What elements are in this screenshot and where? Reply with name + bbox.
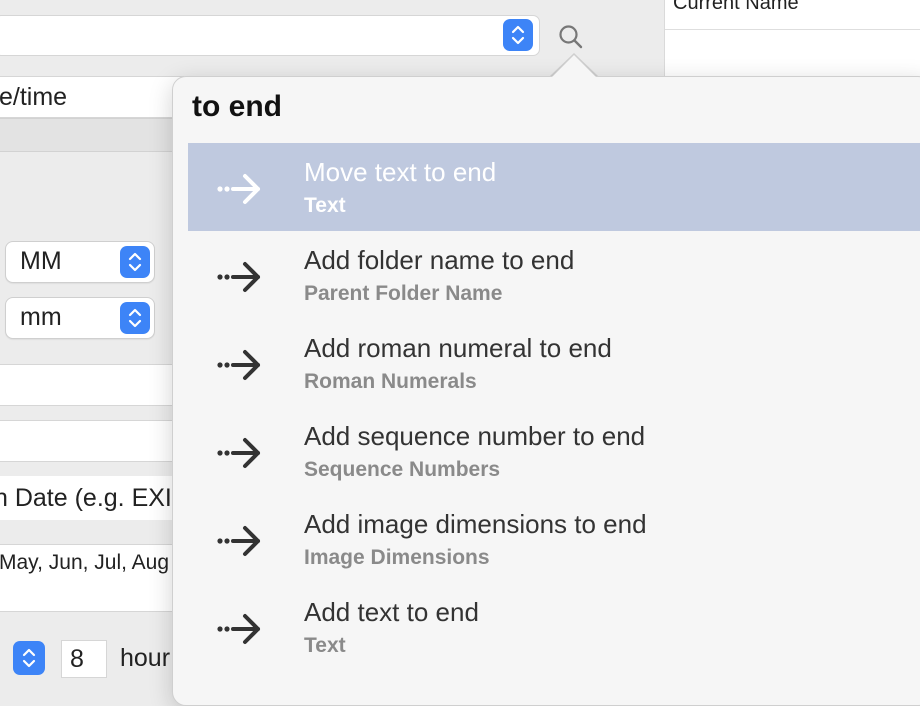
month-format-stepper[interactable] [120,246,150,278]
suggestion-item[interactable]: Add folder name to end Parent Folder Nam… [188,231,920,319]
suggestion-icon [216,611,264,652]
suggestion-icon [216,435,264,476]
suggestion-title: Add image dimensions to end [304,509,647,539]
date-source-field[interactable]: n Date (e.g. EXI [0,476,184,520]
dotted-arrow-right-icon [217,350,260,380]
suggestion-list: Move text to end Text Add folder name to… [188,143,920,671]
popover-pointer [552,55,596,77]
suggestion-item[interactable]: Add sequence number to end Sequence Numb… [188,407,920,495]
suggestion-item[interactable]: Add roman numeral to end Roman Numerals [188,319,920,407]
up-down-chevrons-icon [511,25,525,45]
suggestion-title: Move text to end [304,157,497,187]
section-divider [0,118,180,152]
suggestion-title: Add sequence number to end [304,421,646,451]
suggestion-subtitle: Image Dimensions [304,546,490,569]
suffix-field[interactable] [0,420,184,462]
name-format-field[interactable] [0,15,540,56]
minute-format-popup[interactable]: mm [5,297,155,339]
up-down-chevrons-icon [22,648,36,668]
dotted-arrow-right-icon [217,614,260,644]
search-query[interactable]: to end [192,90,282,124]
separator-field[interactable] [0,364,184,406]
minute-format-stepper[interactable] [120,302,150,334]
suggestion-icon [216,347,264,388]
format-stepper-button[interactable] [503,19,533,51]
suggestion-icon [216,259,264,300]
month-format-popup[interactable]: MM [5,241,155,283]
hours-label: hour [120,644,171,672]
search-button[interactable] [554,20,588,54]
suggestion-subtitle: Text [304,634,346,657]
suggestion-item[interactable]: Add text to end Text [188,583,920,671]
settings-panel: e/time MM mm n Date (e.g. EXI May, Jun, … [0,70,184,690]
suggestion-title: Add folder name to end [304,245,575,275]
suggestion-title: Add text to end [304,597,479,627]
suggestion-subtitle: Text [304,194,346,217]
up-down-chevrons-icon [128,252,142,272]
column-header-current-name[interactable]: Current Name [673,0,799,15]
header-divider [665,29,920,30]
offset-stepper[interactable] [13,641,45,675]
suggestion-subtitle: Roman Numerals [304,370,477,393]
suggestion-subtitle: Parent Folder Name [304,282,503,305]
suggestion-icon [216,523,264,564]
month-names-text: May, Jun, Jul, Aug [0,551,170,574]
date-source-text: n Date (e.g. EXI [0,484,172,512]
minute-format-label: mm [20,303,62,331]
dotted-arrow-right-icon [217,438,260,468]
dotted-arrow-right-icon [217,526,260,556]
hours-value: 8 [70,645,84,673]
datetime-field[interactable]: e/time [0,76,184,118]
datetime-field-text: e/time [0,83,68,111]
suggestion-title: Add roman numeral to end [304,333,612,363]
dotted-arrow-right-icon [217,174,260,204]
search-icon [559,25,583,49]
suggestion-item[interactable]: Add image dimensions to end Image Dimens… [188,495,920,583]
month-format-label: MM [20,247,62,275]
suggestion-subtitle: Sequence Numbers [304,458,501,481]
dotted-arrow-right-icon [217,262,260,292]
month-names-field[interactable]: May, Jun, Jul, Aug [0,544,184,612]
suggestion-icon [216,171,264,212]
suggestion-item[interactable]: Move text to end Text [188,143,920,231]
up-down-chevrons-icon [128,308,142,328]
hours-input[interactable]: 8 [61,640,107,678]
